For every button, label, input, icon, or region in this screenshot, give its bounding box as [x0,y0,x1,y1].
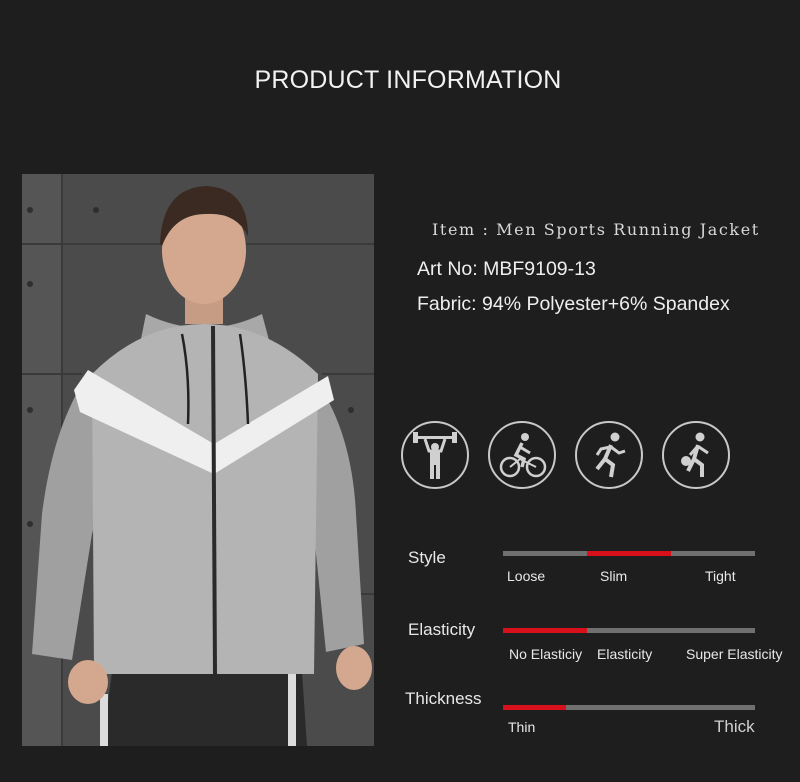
running-icon [575,421,643,489]
style-scale [503,551,755,556]
elasticity-scale-fill [503,628,587,633]
weightlifting-icon [401,421,469,489]
elasticity-tick-normal: Elasticity [597,646,653,662]
cycling-icon [488,421,556,489]
product-photo [22,174,374,746]
rating-label-elasticity: Elasticity [408,620,476,639]
style-tick-slim: Slim [600,568,628,584]
fabric-composition: Fabric: 94% Polyester+6% Spandex [417,293,730,315]
elasticity-tick-none: No Elasticiy [509,646,583,662]
elasticity-scale [503,628,755,633]
rating-label-style: Style [408,548,446,567]
basketball-icon [662,421,730,489]
style-scale-fill [587,551,671,556]
style-tick-tight: Tight [705,568,736,584]
model-wearing-jacket-photo [22,174,374,746]
rating-label-thickness: Thickness [405,689,482,708]
art-number: Art No: MBF9109-13 [417,258,596,280]
thickness-tick-thin: Thin [508,719,536,735]
thickness-scale-fill [503,705,566,710]
elasticity-tick-super: Super Elasticity [686,646,783,662]
thickness-scale [503,705,755,710]
thickness-tick-thick: Thick [714,717,755,736]
item-name: Item : Men Sports Running Jacket [432,220,760,239]
style-tick-loose: Loose [507,568,546,584]
page-title: PRODUCT INFORMATION [254,66,562,94]
